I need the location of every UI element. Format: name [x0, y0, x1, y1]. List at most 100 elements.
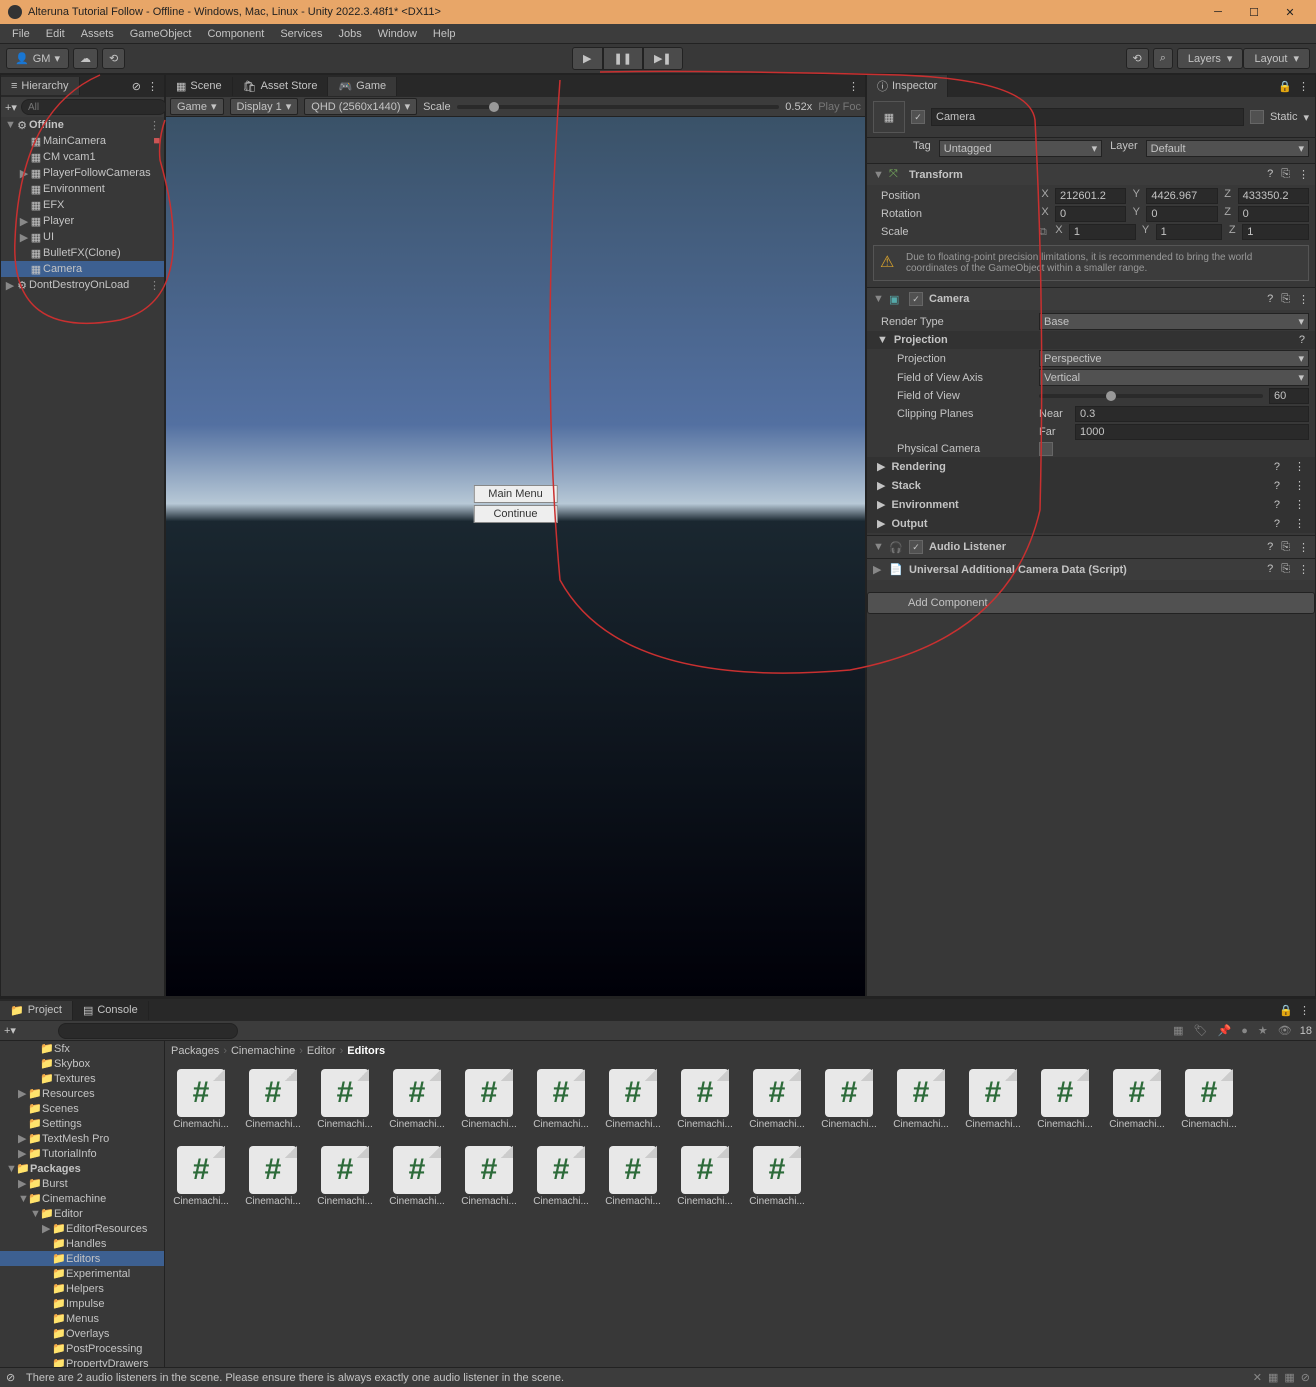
- physical-camera-checkbox[interactable]: [1039, 442, 1053, 456]
- asset-item[interactable]: #Cinemachi...: [965, 1069, 1021, 1130]
- asset-item[interactable]: #Cinemachi...: [605, 1146, 661, 1207]
- tab-hierarchy[interactable]: ≡Hierarchy: [1, 77, 80, 95]
- asset-item[interactable]: #Cinemachi...: [461, 1146, 517, 1207]
- camera-section[interactable]: ▶Environment?⋮: [867, 495, 1315, 514]
- menu-help[interactable]: Help: [425, 26, 464, 42]
- lock-icon[interactable]: 🔒: [1278, 80, 1292, 93]
- pos-x[interactable]: 212601.2: [1055, 188, 1126, 204]
- close-button[interactable]: ✕: [1272, 0, 1308, 24]
- help-icon[interactable]: ?: [1267, 541, 1273, 554]
- hierarchy-item[interactable]: ▶▦PlayerFollowCameras: [1, 165, 164, 181]
- asset-item[interactable]: #Cinemachi...: [605, 1069, 661, 1130]
- asset-item[interactable]: #Cinemachi...: [173, 1069, 229, 1130]
- object-name-field[interactable]: Camera: [931, 108, 1244, 126]
- crumb-0[interactable]: Packages: [171, 1045, 219, 1057]
- folder-item[interactable]: 📁Menus: [0, 1311, 164, 1326]
- near-field[interactable]: 0.3: [1075, 406, 1309, 422]
- hierarchy-item[interactable]: ▦EFX: [1, 197, 164, 213]
- menu-component[interactable]: Component: [199, 26, 272, 42]
- folder-item[interactable]: ▶📁TutorialInfo: [0, 1146, 164, 1161]
- menu-icon[interactable]: ⋮: [1298, 541, 1309, 554]
- asset-item[interactable]: #Cinemachi...: [677, 1146, 733, 1207]
- preset-icon[interactable]: ⎘: [1281, 168, 1290, 181]
- hidden-icon[interactable]: ●: [1239, 1025, 1250, 1037]
- asset-item[interactable]: #Cinemachi...: [389, 1146, 445, 1207]
- hierarchy-item[interactable]: ▦Environment: [1, 181, 164, 197]
- crumb-3[interactable]: Editors: [347, 1045, 385, 1057]
- status-icon-4[interactable]: ⊘: [1301, 1371, 1310, 1384]
- resolution-dropdown[interactable]: QHD (2560x1440)▾: [304, 98, 417, 115]
- help-icon[interactable]: ?: [1267, 168, 1273, 181]
- folder-item[interactable]: 📁PostProcessing: [0, 1341, 164, 1356]
- save-search-icon[interactable]: 📌: [1216, 1024, 1234, 1037]
- asset-item[interactable]: #Cinemachi...: [893, 1069, 949, 1130]
- link-icon[interactable]: ⧉: [1039, 226, 1047, 239]
- lock-icon[interactable]: 🔒: [1279, 1004, 1293, 1017]
- gameobject-icon[interactable]: ▦: [873, 101, 905, 133]
- maximize-button[interactable]: ☐: [1236, 0, 1272, 24]
- folder-item[interactable]: ▼📁Packages: [0, 1161, 164, 1176]
- tab-scene[interactable]: ▦Scene: [166, 77, 233, 96]
- foldout-icon[interactable]: ▼: [873, 293, 883, 305]
- scl-z[interactable]: 1: [1242, 224, 1309, 240]
- layer-dropdown[interactable]: Default▾: [1146, 140, 1309, 157]
- history-button[interactable]: ⟲: [102, 48, 125, 69]
- menu-icon[interactable]: ⋮: [147, 80, 158, 93]
- minimize-button[interactable]: ─: [1200, 0, 1236, 24]
- account-button[interactable]: 👤GM▾: [6, 48, 69, 69]
- menu-file[interactable]: File: [4, 26, 38, 42]
- render-type-dropdown[interactable]: Base▾: [1039, 313, 1309, 330]
- menu-icon[interactable]: ⋮: [848, 80, 859, 93]
- asset-item[interactable]: #Cinemachi...: [1109, 1069, 1165, 1130]
- add-button[interactable]: +▾: [4, 1024, 16, 1037]
- asset-item[interactable]: #Cinemachi...: [389, 1069, 445, 1130]
- folder-item[interactable]: ▶📁TextMesh Pro: [0, 1131, 164, 1146]
- foldout-icon[interactable]: ▼: [873, 169, 883, 181]
- asset-item[interactable]: #Cinemachi...: [1181, 1069, 1237, 1130]
- folder-item[interactable]: ▼📁Cinemachine: [0, 1191, 164, 1206]
- hierarchy-item[interactable]: ▦BulletFX(Clone): [1, 245, 164, 261]
- preset-icon[interactable]: ⎘: [1281, 541, 1290, 554]
- breadcrumb[interactable]: Packages› Cinemachine› Editor› Editors: [165, 1041, 1316, 1061]
- menu-icon[interactable]: ⋮: [1298, 563, 1309, 576]
- hierarchy-item[interactable]: ▦MainCamera■: [1, 133, 164, 149]
- add-component-button[interactable]: Add Component: [867, 592, 1315, 614]
- asset-item[interactable]: #Cinemachi...: [317, 1146, 373, 1207]
- main-menu-button[interactable]: Main Menu: [473, 485, 557, 503]
- hierarchy-item[interactable]: ▶⚙DontDestroyOnLoad⋮: [1, 277, 164, 293]
- folder-item[interactable]: 📁PropertyDrawers: [0, 1356, 164, 1367]
- crumb-1[interactable]: Cinemachine: [231, 1045, 295, 1057]
- scale-slider[interactable]: [457, 105, 780, 109]
- star-icon[interactable]: ★: [1256, 1024, 1270, 1037]
- project-folder-tree[interactable]: 📁Sfx📁Skybox📁Textures▶📁Resources📁Scenes📁S…: [0, 1041, 165, 1367]
- hierarchy-item[interactable]: ▼⚙Offline⋮: [1, 117, 164, 133]
- continue-button[interactable]: Continue: [473, 505, 557, 523]
- asset-item[interactable]: #Cinemachi...: [533, 1069, 589, 1130]
- fov-axis-dropdown[interactable]: Vertical▾: [1039, 369, 1309, 386]
- status-icon-3[interactable]: ▦: [1284, 1371, 1294, 1384]
- hierarchy-item[interactable]: ▦Camera: [1, 261, 164, 277]
- add-button[interactable]: +▾: [5, 101, 17, 114]
- folder-item[interactable]: 📁Helpers: [0, 1281, 164, 1296]
- fov-field[interactable]: 60: [1269, 388, 1309, 404]
- fov-slider[interactable]: [1039, 394, 1263, 398]
- project-search[interactable]: [58, 1023, 238, 1039]
- asset-item[interactable]: #Cinemachi...: [677, 1069, 733, 1130]
- menu-jobs[interactable]: Jobs: [331, 26, 370, 42]
- camera-section[interactable]: ▶Output?⋮: [867, 514, 1315, 533]
- play-focused[interactable]: Play Foc: [818, 101, 861, 113]
- menu-icon[interactable]: ⋮: [1299, 1004, 1310, 1017]
- help-icon[interactable]: ?: [1267, 563, 1273, 576]
- folder-item[interactable]: 📁Impulse: [0, 1296, 164, 1311]
- cloud-button[interactable]: ☁: [73, 48, 98, 69]
- chevron-down-icon[interactable]: ▾: [1303, 111, 1309, 124]
- pos-y[interactable]: 4426.967: [1146, 188, 1217, 204]
- tab-asset-store[interactable]: 🛍Asset Store: [233, 77, 329, 96]
- tab-inspector[interactable]: ⓘInspector: [867, 75, 948, 97]
- error-icon[interactable]: ⊘: [6, 1371, 20, 1384]
- game-view[interactable]: Main Menu Continue: [166, 117, 865, 996]
- folder-item[interactable]: 📁Skybox: [0, 1056, 164, 1071]
- hierarchy-search[interactable]: [21, 99, 167, 115]
- asset-item[interactable]: #Cinemachi...: [173, 1146, 229, 1207]
- tab-game[interactable]: 🎮Game: [328, 77, 397, 96]
